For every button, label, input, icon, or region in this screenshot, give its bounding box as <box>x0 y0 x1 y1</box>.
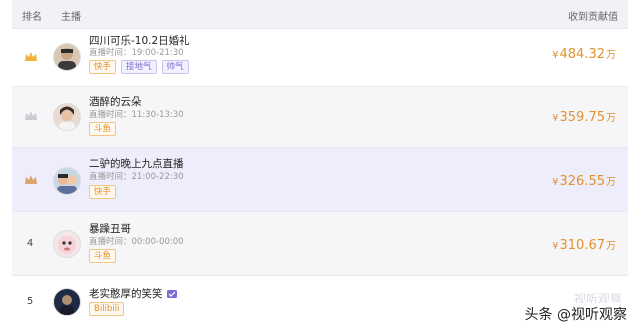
avatar[interactable] <box>53 167 81 195</box>
tag-list: 斗鱼 <box>89 122 117 136</box>
gift-amount: ¥359.75万 <box>552 110 616 125</box>
header-host: 主播 <box>61 12 81 23</box>
host-name[interactable]: 暴躁丑哥 <box>89 221 131 236</box>
live-time: 直播时间：19:00-21:30 <box>89 48 184 58</box>
avatar[interactable] <box>53 43 81 71</box>
style-tag: 接地气 <box>121 60 157 74</box>
host-name[interactable]: 老实憨厚的笑笑 <box>89 286 177 301</box>
table-row[interactable]: 二驴的晚上九点直播 直播时间：21:00-22:30 快手 ¥326.55万 <box>12 148 628 212</box>
live-time: 直播时间：21:00-22:30 <box>89 172 184 182</box>
silver-crown-icon <box>25 111 37 120</box>
platform-tag: 快手 <box>89 185 117 199</box>
avatar[interactable] <box>53 103 81 131</box>
gift-amount: ¥326.55万 <box>552 174 616 189</box>
rank-number: 5 <box>26 296 34 307</box>
platform-tag: Bilibili <box>89 302 125 316</box>
avatar[interactable] <box>53 288 81 316</box>
table-row[interactable]: 4 暴躁丑哥 直播时间：00:00-00:00 斗鱼 ¥310.67万 <box>12 212 628 276</box>
header-rank: 排名 <box>22 12 42 23</box>
gift-amount: ¥310.67万 <box>552 238 616 253</box>
tag-list: 斗鱼 <box>89 249 117 263</box>
host-name[interactable]: 酒醉的云朵 <box>89 94 142 109</box>
avatar[interactable] <box>53 230 81 258</box>
platform-tag: 斗鱼 <box>89 122 117 136</box>
style-tag: 帅气 <box>161 60 189 74</box>
platform-tag: 斗鱼 <box>89 249 117 263</box>
tag-list: 快手 <box>89 185 117 199</box>
tag-list: Bilibili <box>89 302 125 316</box>
table-header: 排名 主播 收到贡献值 <box>12 0 628 29</box>
watermark: 头条 @视听观察 <box>521 303 630 325</box>
live-time: 直播时间：00:00-00:00 <box>89 237 184 247</box>
table-row[interactable]: 酒醉的云朵 直播时间：11:30-13:30 斗鱼 ¥359.75万 <box>12 87 628 148</box>
bronze-crown-icon <box>25 175 37 184</box>
table-row[interactable]: 四川可乐-10.2日婚礼 直播时间：19:00-21:30 快手 接地气 帅气 … <box>12 29 628 87</box>
gold-crown-icon <box>25 52 37 61</box>
tag-list: 快手 接地气 帅气 <box>89 60 189 74</box>
header-gift[interactable]: 收到贡献值 <box>568 8 618 23</box>
rank-number: 4 <box>26 238 34 249</box>
host-name[interactable]: 二驴的晚上九点直播 <box>89 156 184 171</box>
gift-amount: ¥484.32万 <box>552 47 616 62</box>
verified-badge-icon <box>166 290 177 298</box>
platform-tag: 快手 <box>89 60 117 74</box>
live-time: 直播时间：11:30-13:30 <box>89 110 184 120</box>
